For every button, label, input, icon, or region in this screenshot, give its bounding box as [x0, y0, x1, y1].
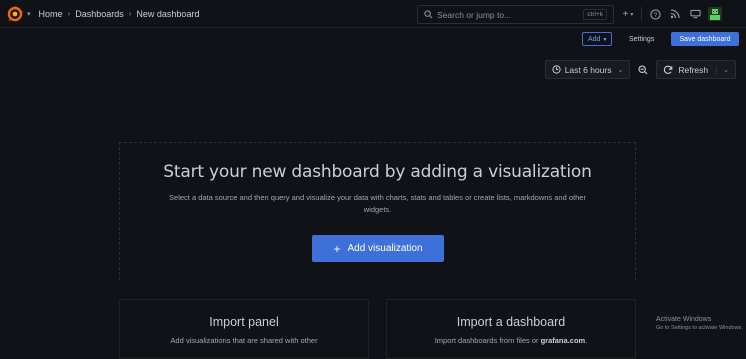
import-dashboard-card: Import a dashboard Import dashboards fro…: [386, 299, 636, 359]
breadcrumb-current: New dashboard: [136, 8, 200, 19]
subtitle-period: .: [585, 336, 588, 345]
monitor-icon[interactable]: [685, 4, 705, 24]
zoom-out-icon[interactable]: [633, 60, 653, 79]
breadcrumb-home[interactable]: Home: [39, 9, 63, 19]
clock-icon: [552, 65, 561, 74]
watermark-line2: Go to Settings to activate Windows.: [656, 325, 743, 331]
time-range-picker[interactable]: Last 6 hours ⌄: [544, 60, 631, 79]
add-button-label: Add: [588, 35, 601, 43]
grafana-logo-icon[interactable]: [4, 3, 26, 25]
chevron-down-icon: ▾: [603, 36, 607, 43]
windows-activation-watermark: Activate Windows Go to Settings to activ…: [656, 316, 743, 331]
rss-icon[interactable]: [665, 4, 685, 24]
import-dashboard-subtitle: Import dashboards from files or grafana.…: [387, 335, 635, 346]
empty-state-title: Start your new dashboard by adding a vis…: [163, 162, 592, 182]
search-shortcut: ctrl+k: [583, 9, 607, 20]
import-dashboard-subtitle-text: Import dashboards from files or: [434, 336, 539, 345]
divider: [641, 7, 642, 21]
plus-icon[interactable]: + ▾: [618, 4, 638, 24]
grafana-com-link[interactable]: grafana.com: [541, 336, 586, 345]
refresh-icon: [664, 65, 673, 74]
search-icon: [424, 10, 433, 19]
refresh-button[interactable]: Refresh ⌄: [656, 60, 736, 79]
breadcrumb-separator-icon: ›: [128, 9, 132, 18]
chevron-down-icon[interactable]: ▾: [27, 10, 31, 18]
avatar[interactable]: [705, 4, 725, 24]
watermark-line1: Activate Windows: [656, 316, 712, 323]
top-navbar: ▾ Home › Dashboards › New dashboard Sear…: [0, 0, 746, 28]
add-button[interactable]: Add ▾: [582, 32, 613, 46]
search-input[interactable]: Search or jump to... ctrl+k: [417, 5, 614, 24]
topbar-actions: + ▾ ?: [618, 4, 725, 24]
add-visualization-button[interactable]: + Add visualization: [312, 235, 444, 262]
import-panel-title: Import panel: [209, 315, 279, 329]
time-controls: Last 6 hours ⌄ Refresh ⌄: [544, 59, 736, 80]
time-range-label: Last 6 hours: [564, 64, 612, 75]
chevron-down-icon[interactable]: ⌄: [716, 65, 729, 74]
import-dashboard-title: Import a dashboard: [456, 315, 566, 329]
svg-text:?: ?: [653, 11, 657, 18]
help-icon[interactable]: ?: [645, 4, 665, 24]
save-dashboard-button[interactable]: Save dashboard: [671, 32, 739, 46]
empty-dashboard-panel: Start your new dashboard by adding a vis…: [119, 142, 636, 280]
plus-icon: +: [333, 241, 341, 256]
chevron-down-icon: ⌄: [617, 66, 624, 74]
import-panel-subtitle: Add visualizations that are shared with …: [170, 336, 318, 345]
empty-state-subtitle: Select a data source and then query and …: [169, 193, 586, 214]
breadcrumb-separator-icon: ›: [67, 9, 71, 18]
add-visualization-label: Add visualization: [347, 243, 423, 254]
refresh-label: Refresh: [678, 64, 709, 75]
import-panel-card: Import panel Add visualizations that are…: [119, 299, 369, 359]
breadcrumb-dashboards[interactable]: Dashboards: [75, 9, 124, 19]
breadcrumb: Home › Dashboards › New dashboard: [39, 9, 200, 19]
search-placeholder: Search or jump to...: [437, 9, 512, 20]
settings-button[interactable]: Settings: [624, 32, 659, 46]
